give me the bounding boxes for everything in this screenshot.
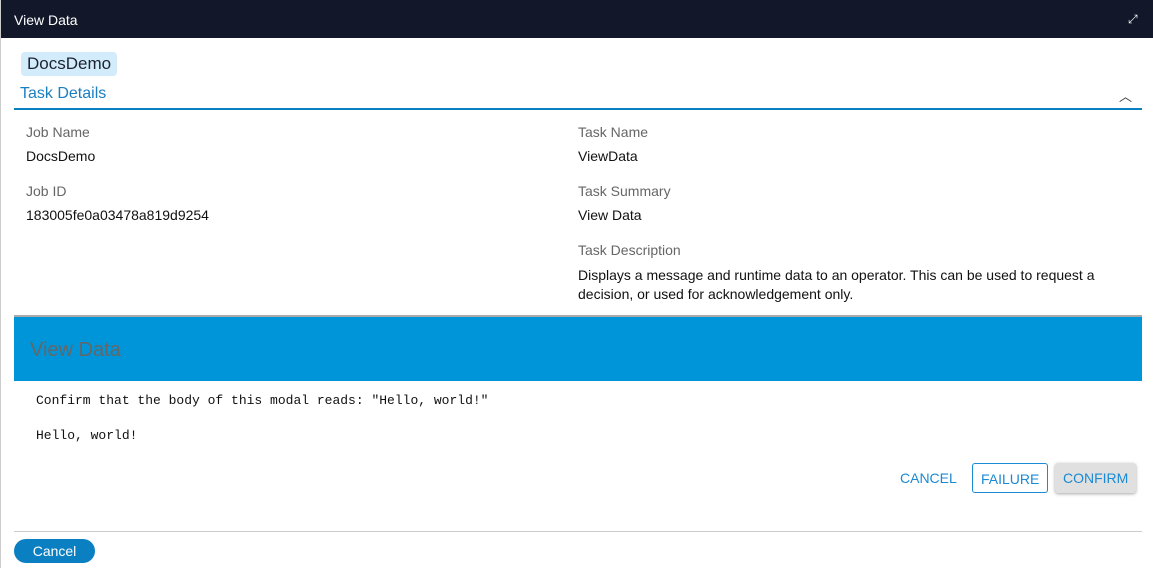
expand-icon[interactable]: ⤢	[1128, 12, 1140, 26]
job-id-label: Job ID	[26, 183, 67, 199]
job-name-label: Job Name	[26, 124, 90, 140]
panel-body: Hello, world!	[36, 428, 138, 443]
job-chip: DocsDemo	[21, 52, 118, 76]
task-description-label: Task Description	[578, 242, 681, 258]
cancel-button[interactable]: Cancel	[14, 539, 95, 563]
panel-message: Confirm that the body of this modal read…	[36, 393, 489, 408]
section-title: Task Details	[20, 85, 107, 102]
task-name-label: Task Name	[578, 124, 649, 140]
confirm-button[interactable]: CONFIRM	[1055, 463, 1137, 493]
task-name-value: ViewData	[578, 148, 638, 164]
panel-cancel-button[interactable]: CANCEL	[892, 463, 965, 493]
chevron-up-icon[interactable]: ︿	[1119, 86, 1132, 105]
failure-button[interactable]: FAILURE	[972, 463, 1049, 493]
task-summary-value: View Data	[578, 207, 642, 223]
task-description-value: Displays a message and runtime data to a…	[578, 267, 1095, 302]
panel-title: View Data	[14, 317, 1142, 381]
job-id-value: 183005fe0a03478a819d9254	[26, 207, 209, 223]
task-details-header[interactable]: Task Details ︿	[14, 84, 1142, 110]
job-name-value: DocsDemo	[26, 148, 96, 164]
view-data-panel: View Data Confirm that the body of this …	[14, 315, 1142, 532]
window-title: View Data	[14, 12, 78, 28]
task-summary-label: Task Summary	[578, 183, 671, 199]
window-titlebar: View Data ⤢	[1, 0, 1153, 38]
